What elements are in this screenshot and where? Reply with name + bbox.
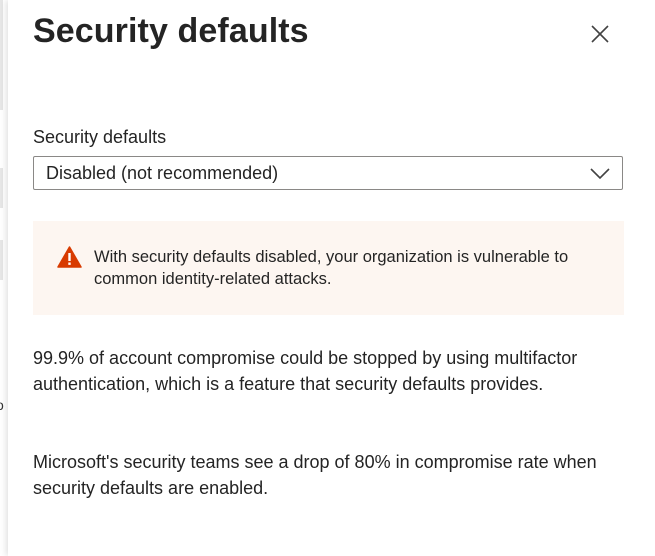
background-sidebar-strip bbox=[0, 168, 3, 208]
warning-text: With security defaults disabled, your or… bbox=[94, 248, 569, 288]
background-sidebar-strip bbox=[0, 240, 3, 280]
compromise-rate-paragraph: Microsoft's security teams see a drop of… bbox=[33, 452, 597, 498]
warning-message-bar: With security defaults disabled, your or… bbox=[33, 221, 624, 315]
background-page-edge: o bbox=[0, 0, 8, 556]
chevron-down-icon bbox=[590, 168, 610, 180]
close-button[interactable] bbox=[584, 18, 616, 50]
background-sidebar-strip bbox=[0, 0, 3, 110]
background-partial-text: o bbox=[0, 397, 4, 413]
mfa-info-paragraph: 99.9% of account compromise could be sto… bbox=[33, 348, 578, 394]
security-defaults-dropdown[interactable]: Disabled (not recommended) bbox=[33, 156, 623, 190]
close-icon bbox=[591, 25, 609, 43]
security-defaults-label: Security defaults bbox=[33, 127, 167, 147]
warning-icon bbox=[57, 246, 82, 268]
panel-title: Security defaults bbox=[33, 12, 309, 50]
security-defaults-panel: Security defaults Security defaults Disa… bbox=[8, 0, 655, 556]
dropdown-selected-value: Disabled (not recommended) bbox=[46, 163, 279, 183]
